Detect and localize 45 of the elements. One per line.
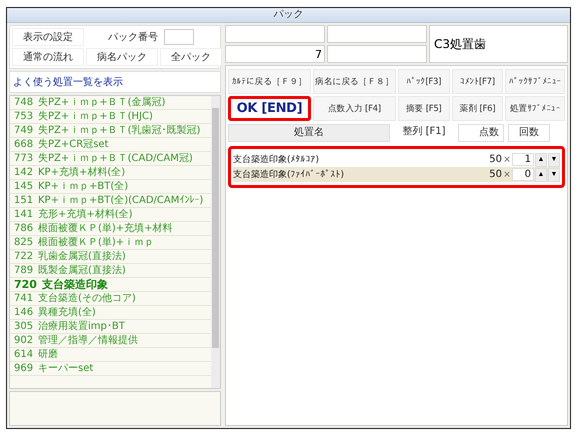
list-item[interactable]: 753 失PZ+ｉｍｐ+ＢＴ(HJC): [10, 110, 211, 124]
action-button[interactable]: 点数入力 [F4]: [312, 96, 396, 121]
action-button[interactable]: ﾊﾟｯｸ[F3]: [398, 69, 450, 94]
column-header: 点数: [458, 124, 504, 142]
multiply-sign: ×: [502, 170, 512, 180]
treatment-name: 支台築造印象(ﾌｧｲﾊﾞｰﾎﾟｽﾄ): [233, 168, 346, 181]
column-header: 回数: [508, 124, 550, 142]
list-item[interactable]: 720 支台築造印象: [10, 278, 211, 292]
input-field[interactable]: [327, 25, 427, 43]
action-button[interactable]: ｶﾙﾃに戻る［Ｆ９］: [228, 69, 311, 94]
points-value: 50: [488, 154, 502, 165]
list-item[interactable]: 146 異種充填(全): [10, 306, 211, 320]
pack-number-label: パック番号: [107, 30, 158, 44]
action-button[interactable]: ﾊﾟｯｸｻﾌﾞﾒﾆｭｰ: [505, 69, 565, 94]
list-item[interactable]: 305 治療用装置imp･BT: [10, 320, 211, 334]
display-settings-button[interactable]: 表示の設定: [12, 28, 84, 46]
points-value: 50: [488, 169, 502, 180]
list-item[interactable]: 749 失PZ+ｉｍｐ+ＢＴ(乳歯冠･既製冠): [10, 124, 211, 138]
count-field[interactable]: 0: [512, 168, 534, 181]
pack-number-field[interactable]: [164, 29, 194, 45]
list-item[interactable]: 141 充形+充填+材料(全): [10, 208, 211, 222]
list-item[interactable]: 741 支台築造(その他コア): [10, 292, 211, 306]
count-field[interactable]: 1: [512, 153, 534, 166]
all-pack-button[interactable]: 全パック: [160, 48, 222, 66]
action-button[interactable]: 薬剤 [F6]: [452, 96, 504, 121]
treatment-name: 支台築造印象(ﾒﾀﾙｺｱ): [233, 154, 320, 166]
normal-flow-button[interactable]: 通常の流れ: [12, 48, 84, 66]
tooth-label: C3処置歯: [429, 25, 568, 63]
column-header: 処置名: [228, 124, 390, 142]
input-field[interactable]: [225, 25, 325, 43]
input-field[interactable]: 7: [225, 45, 325, 63]
action-button[interactable]: 摘要 [F5]: [398, 96, 450, 121]
list-item[interactable]: 773 失PZ+ｉｍｐ+ＢＴ(CAD/CAM冠): [10, 152, 211, 166]
action-button[interactable]: ｺﾒﾝﾄ[F7]: [452, 69, 504, 94]
ok-button[interactable]: OK [END]: [228, 96, 311, 121]
scrollbar[interactable]: [211, 96, 220, 388]
action-button[interactable]: 処置ｻﾌﾞﾒﾆｭｰ: [505, 96, 565, 121]
action-button[interactable]: 病名に戻る［Ｆ８］: [312, 69, 396, 94]
list-item[interactable]: 748 失PZ+ｉｍｐ+ＢＴ(金属冠): [10, 96, 211, 110]
list-header: よく使う処置一覧を表示: [9, 71, 221, 93]
disease-pack-button[interactable]: 病名パック: [86, 48, 158, 66]
list-item[interactable]: 902 管理／指導／情報提供: [10, 334, 211, 348]
multiply-sign: ×: [502, 154, 512, 164]
window-title: パック: [7, 8, 570, 23]
input-field[interactable]: [327, 45, 427, 63]
